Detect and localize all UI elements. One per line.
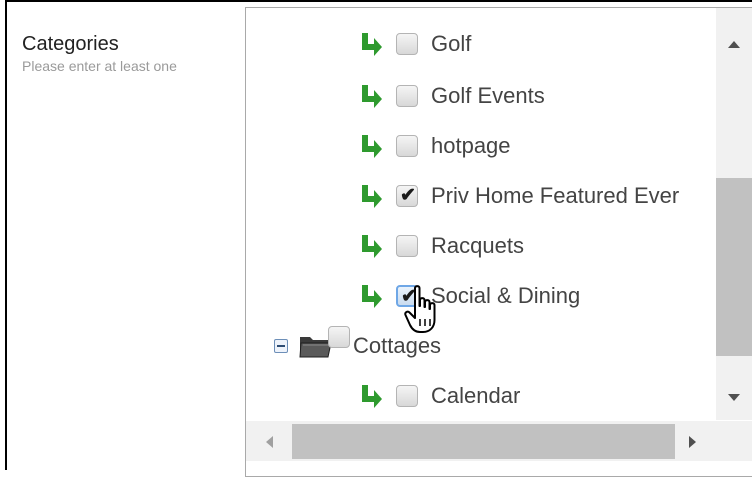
- horizontal-scroll-thumb[interactable]: [292, 424, 675, 459]
- item-label: hotpage: [431, 133, 511, 158]
- checkbox[interactable]: [396, 135, 418, 157]
- checkbox[interactable]: [396, 33, 418, 55]
- green-child-arrow-icon: [362, 285, 382, 308]
- tree-item-golf-events[interactable]: Golf Events: [358, 79, 545, 113]
- green-child-arrow-icon: [362, 235, 382, 258]
- categories-label: Categories: [22, 33, 119, 55]
- checkbox[interactable]: [328, 326, 350, 348]
- checkbox[interactable]: [396, 385, 418, 407]
- collapse-icon[interactable]: [274, 339, 288, 353]
- vertical-scroll-thumb[interactable]: [716, 178, 752, 356]
- green-child-arrow-icon: [362, 85, 382, 108]
- tree-item-social-dining[interactable]: ✔ Social & Dining: [358, 279, 580, 313]
- item-label: Racquets: [431, 233, 524, 258]
- scroll-right-arrow-icon[interactable]: [680, 428, 704, 456]
- green-child-arrow-icon: [362, 33, 382, 56]
- item-label: Golf: [431, 31, 472, 56]
- checkbox[interactable]: [396, 235, 418, 257]
- scroll-down-arrow-icon[interactable]: [716, 384, 752, 412]
- checkmark-icon: ✔: [400, 185, 416, 206]
- item-label: Social & Dining: [431, 283, 581, 308]
- tree-item-racquets[interactable]: Racquets: [358, 229, 524, 263]
- tree-item-calendar[interactable]: Calendar: [358, 379, 520, 413]
- item-label: Priv Home Featured Ever: [431, 183, 680, 208]
- green-child-arrow-icon: [362, 185, 382, 208]
- item-label: Calendar: [431, 383, 521, 408]
- hand-pointer-cursor-icon: [404, 285, 436, 333]
- tree-item-golf[interactable]: Golf: [358, 27, 471, 61]
- green-child-arrow-icon: [362, 385, 382, 408]
- item-label: Cottages: [353, 333, 442, 358]
- item-label: Golf Events: [431, 83, 545, 108]
- categories-hint: Please enter at least one: [22, 58, 177, 74]
- tree-item-priv-home-featured[interactable]: ✔ Priv Home Featured Ever: [358, 179, 679, 213]
- green-child-arrow-icon: [362, 135, 382, 158]
- scroll-up-arrow-icon[interactable]: [716, 30, 752, 58]
- checkbox-checked[interactable]: ✔: [396, 185, 418, 207]
- tree-item-hotpage[interactable]: hotpage: [358, 129, 511, 163]
- checkbox[interactable]: [396, 85, 418, 107]
- scroll-left-arrow-icon[interactable]: [258, 428, 282, 456]
